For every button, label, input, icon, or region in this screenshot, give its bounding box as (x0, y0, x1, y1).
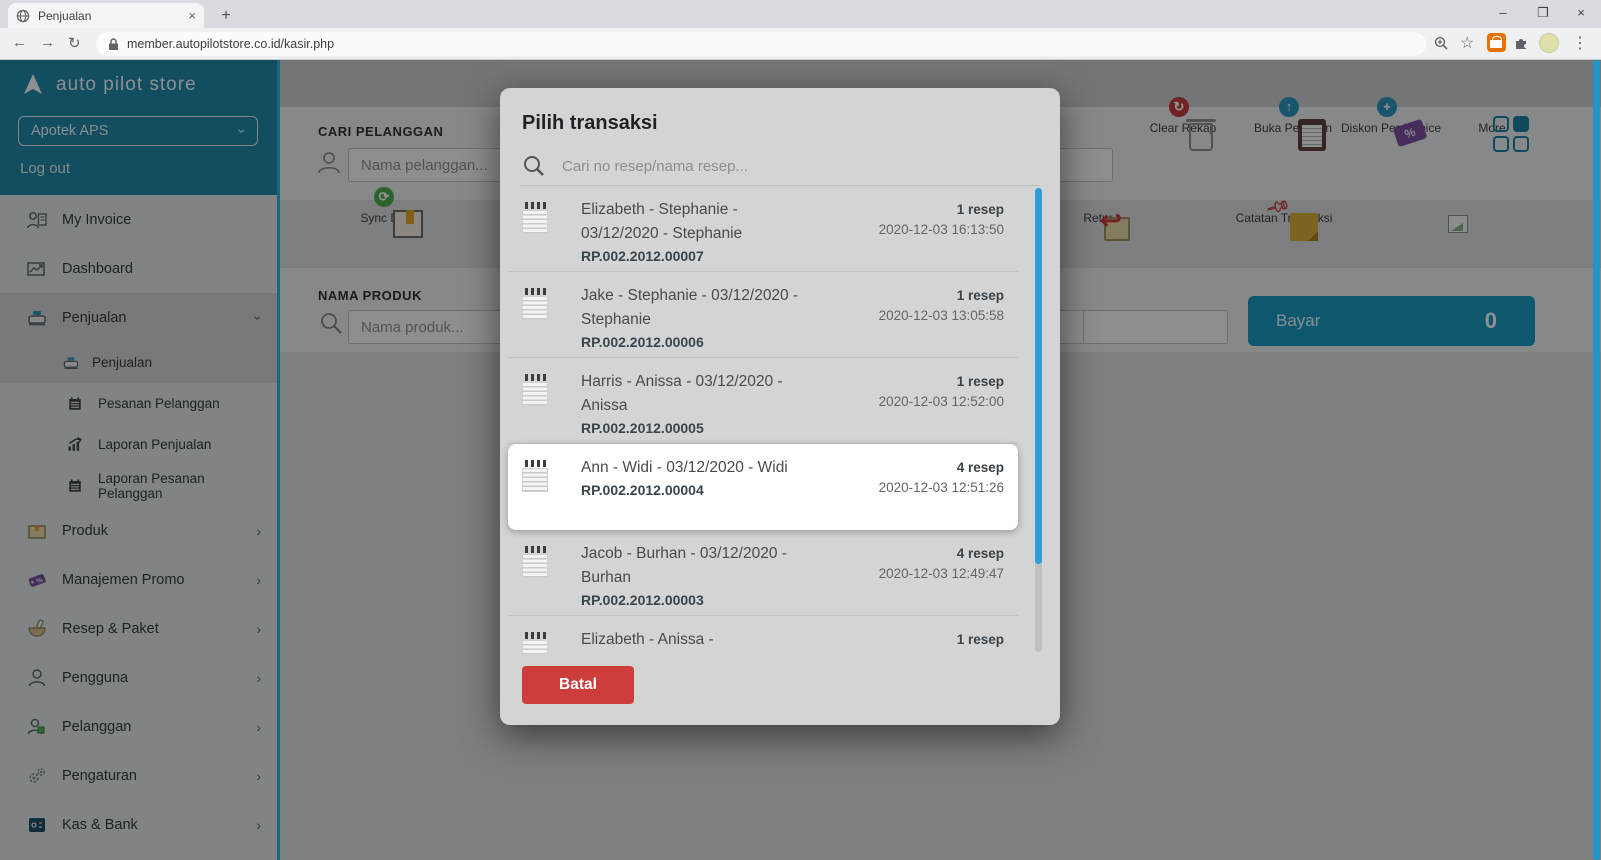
transaction-resep-count: 1 resep (957, 632, 1004, 647)
window-restore-button[interactable]: ❐ (1523, 0, 1563, 28)
zoom-icon[interactable] (1434, 36, 1449, 51)
url-text: member.autopilotstore.co.id/kasir.php (127, 37, 334, 51)
globe-icon (16, 9, 30, 23)
transaction-row[interactable]: Ann - Widi - 03/12/2020 - Widi RP.002.20… (508, 444, 1018, 530)
transaction-name: Jacob - Burhan - 03/12/2020 - Burhan (581, 542, 801, 590)
window-minimize-button[interactable]: – (1483, 0, 1523, 28)
transaction-list: Elizabeth - Stephanie - 03/12/2020 - Ste… (500, 186, 1060, 654)
transaction-datetime: 2020-12-03 16:13:50 (879, 222, 1004, 237)
receipt-note-icon (522, 202, 548, 234)
address-bar[interactable]: member.autopilotstore.co.id/kasir.php (96, 32, 1426, 56)
transaction-resep-count: 1 resep (879, 288, 1004, 303)
transaction-row[interactable]: Elizabeth - Anissa - 1 resep (508, 616, 1018, 654)
back-button[interactable]: ← (12, 34, 27, 51)
page-scrollbar[interactable] (1593, 60, 1600, 860)
transaction-datetime: 2020-12-03 12:52:00 (879, 394, 1004, 409)
transaction-code: RP.002.2012.00006 (581, 334, 801, 350)
receipt-note-icon (522, 288, 548, 320)
pilih-transaksi-modal: Pilih transaksi Elizabeth - Stephanie - … (500, 88, 1060, 725)
tab-title: Penjualan (38, 9, 180, 23)
modal-title: Pilih transaksi (522, 112, 658, 135)
transaction-code: RP.002.2012.00004 (581, 482, 801, 498)
tab-close-icon[interactable]: × (188, 8, 196, 23)
transaction-name: Ann - Widi - 03/12/2020 - Widi (581, 456, 801, 480)
transaction-datetime: 2020-12-03 12:49:47 (879, 566, 1004, 581)
forward-button[interactable]: → (40, 34, 55, 51)
transaction-resep-count: 1 resep (879, 374, 1004, 389)
modal-scrollbar-thumb[interactable] (1035, 188, 1042, 564)
transaction-code: RP.002.2012.00007 (581, 248, 801, 264)
extension-bag-icon[interactable] (1487, 33, 1506, 52)
refresh-button[interactable]: ↻ (68, 34, 81, 52)
modal-search-input[interactable] (562, 158, 1020, 175)
extensions-puzzle-icon[interactable] (1514, 35, 1529, 50)
modal-scrollbar-track[interactable] (1035, 188, 1042, 652)
bookmark-star-icon[interactable]: ☆ (1460, 33, 1474, 53)
page: auto pilot store Apotek APS › Log out My… (0, 60, 1601, 860)
transaction-resep-count: 1 resep (879, 202, 1004, 217)
batal-button[interactable]: Batal (522, 666, 634, 704)
transaction-name: Elizabeth - Stephanie - 03/12/2020 - Ste… (581, 198, 801, 246)
receipt-note-icon (522, 374, 548, 406)
browser-menu-icon[interactable]: ⋮ (1572, 33, 1588, 53)
browser-tab[interactable]: Penjualan × (8, 3, 204, 28)
profile-avatar[interactable] (1539, 33, 1559, 53)
receipt-note-icon (522, 460, 548, 492)
transaction-row[interactable]: Jake - Stephanie - 03/12/2020 - Stephani… (508, 272, 1018, 358)
transaction-datetime: 2020-12-03 13:05:58 (879, 308, 1004, 323)
new-tab-button[interactable]: + (214, 5, 238, 26)
transaction-name: Elizabeth - Anissa - (581, 628, 801, 652)
receipt-note-icon (522, 546, 548, 578)
modal-search[interactable] (522, 150, 1020, 182)
transaction-datetime: 2020-12-03 12:51:26 (879, 480, 1004, 495)
transaction-code: RP.002.2012.00005 (581, 420, 801, 436)
screen: Penjualan × + – ❐ × ← → ↻ member.autopil… (0, 0, 1601, 860)
transaction-row[interactable]: Elizabeth - Stephanie - 03/12/2020 - Ste… (508, 186, 1018, 272)
browser-tabstrip: Penjualan × + – ❐ × (0, 0, 1601, 28)
transaction-row[interactable]: Harris - Anissa - 03/12/2020 - Anissa RP… (508, 358, 1018, 444)
transaction-name: Harris - Anissa - 03/12/2020 - Anissa (581, 370, 801, 418)
transaction-row[interactable]: Jacob - Burhan - 03/12/2020 - Burhan RP.… (508, 530, 1018, 616)
transaction-resep-count: 4 resep (879, 546, 1004, 561)
window-close-button[interactable]: × (1561, 0, 1601, 28)
transaction-code: RP.002.2012.00003 (581, 592, 801, 608)
receipt-note-icon (522, 632, 548, 654)
transaction-name: Jake - Stephanie - 03/12/2020 - Stephani… (581, 284, 801, 332)
search-icon (522, 154, 546, 178)
transaction-resep-count: 4 resep (879, 460, 1004, 475)
lock-icon (108, 38, 119, 51)
